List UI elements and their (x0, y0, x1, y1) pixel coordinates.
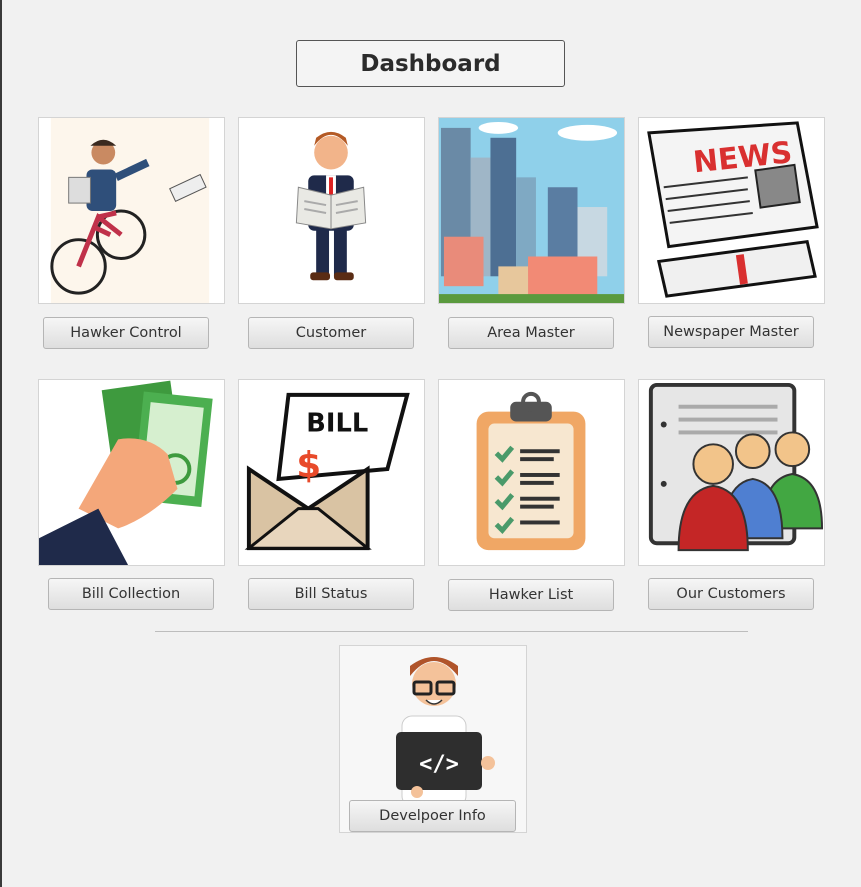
bill-status-image[interactable]: BILL $ (238, 379, 425, 566)
hawker-control-button[interactable]: Hawker Control (43, 317, 209, 349)
newspaper-reader-icon (239, 118, 424, 303)
city-skyline-icon (439, 118, 624, 303)
customer-image[interactable] (238, 117, 425, 304)
developer-info-card[interactable]: </> Develpoer Info (339, 645, 527, 833)
bill-status-button[interactable]: Bill Status (248, 578, 414, 610)
section-divider (155, 631, 748, 632)
hawker-list-image[interactable] (438, 379, 625, 566)
customer-group-icon (639, 380, 824, 565)
customer-button[interactable]: Customer (248, 317, 414, 349)
dollar-sign-icon: $ (296, 445, 321, 486)
newspaper-master-image[interactable]: NEWS (638, 117, 825, 304)
cyclist-icon (39, 118, 224, 303)
bill-envelope-icon: BILL $ (239, 380, 424, 565)
code-symbol: </> (419, 752, 459, 777)
newspaper-master-button[interactable]: Newspaper Master (648, 316, 814, 348)
bill-collection-image[interactable] (38, 379, 225, 566)
bill-heading: BILL (306, 408, 368, 438)
checklist-clipboard-icon (439, 380, 624, 565)
our-customers-button[interactable]: Our Customers (648, 578, 814, 610)
page-title: Dashboard (296, 40, 565, 87)
bill-collection-button[interactable]: Bill Collection (48, 578, 214, 610)
newspaper-icon: NEWS (639, 118, 824, 303)
cash-in-hand-icon (39, 380, 224, 565)
hawker-list-button[interactable]: Hawker List (448, 579, 614, 611)
our-customers-image[interactable] (638, 379, 825, 566)
area-master-image[interactable] (438, 117, 625, 304)
window-left-border (0, 0, 2, 887)
area-master-button[interactable]: Area Master (448, 317, 614, 349)
hawker-control-image[interactable] (38, 117, 225, 304)
developer-info-button[interactable]: Develpoer Info (349, 800, 516, 832)
